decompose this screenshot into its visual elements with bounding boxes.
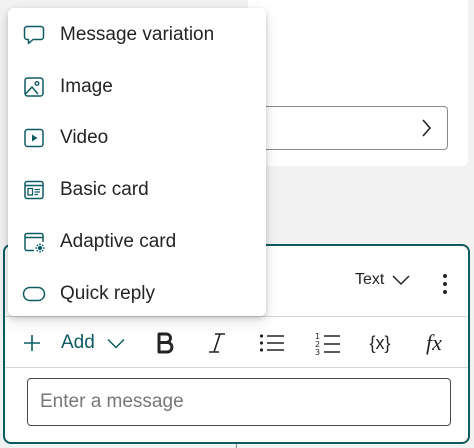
menu-item-label: Video [60,127,109,148]
italic-icon [209,333,225,353]
formula-icon: fx [426,330,442,355]
svg-text:3: 3 [315,348,320,355]
background-select-field[interactable] [248,106,448,150]
quick-reply-icon [22,286,46,302]
italic-button[interactable] [203,317,231,369]
menu-item-adaptive-card[interactable]: Adaptive card [8,217,266,267]
more-dot-icon [443,290,447,294]
bold-button[interactable] [151,317,179,369]
video-icon [24,128,44,148]
more-dot-icon [443,274,447,278]
message-input[interactable] [27,378,451,426]
message-toolbar: Add 1 2 3 {x} fx [5,316,468,368]
variable-icon: {x} [369,332,391,353]
menu-item-quick-reply[interactable]: Quick reply [8,269,266,319]
add-button[interactable]: Add [23,317,125,369]
bulleted-list-button[interactable] [257,317,287,369]
menu-item-message-variation[interactable]: Message variation [8,10,266,60]
menu-item-video[interactable]: Video [8,113,266,163]
numbered-list-icon: 1 2 3 [315,332,340,355]
menu-item-image[interactable]: Image [8,62,266,112]
numbered-list-button[interactable]: 1 2 3 [313,317,343,369]
menu-item-label: Image [60,76,113,97]
more-dot-icon [443,282,447,286]
image-icon [24,77,44,97]
menu-item-basic-card[interactable]: Basic card [8,165,266,215]
basic-card-icon [24,180,44,200]
add-button-label: Add [61,332,95,353]
message-type-value: Text [355,271,385,288]
insert-formula-button[interactable]: fx [419,317,449,369]
bold-icon [157,332,174,354]
insert-variable-button[interactable]: {x} [363,317,397,369]
chevron-down-icon [392,275,410,286]
adaptive-card-icon [24,232,45,253]
menu-item-label: Adaptive card [60,231,177,252]
plus-icon [24,335,40,351]
chevron-right-icon [422,119,432,137]
chevron-down-icon [107,338,125,349]
message-type-select[interactable]: Text [355,271,410,289]
more-options-button[interactable] [437,272,453,296]
menu-item-label: Quick reply [60,283,156,304]
menu-item-label: Basic card [60,179,149,200]
message-variation-icon [23,25,45,45]
menu-item-label: Message variation [60,24,215,45]
bulleted-list-icon [259,334,284,352]
add-menu: Message variation Image Video Basic card [8,8,266,316]
